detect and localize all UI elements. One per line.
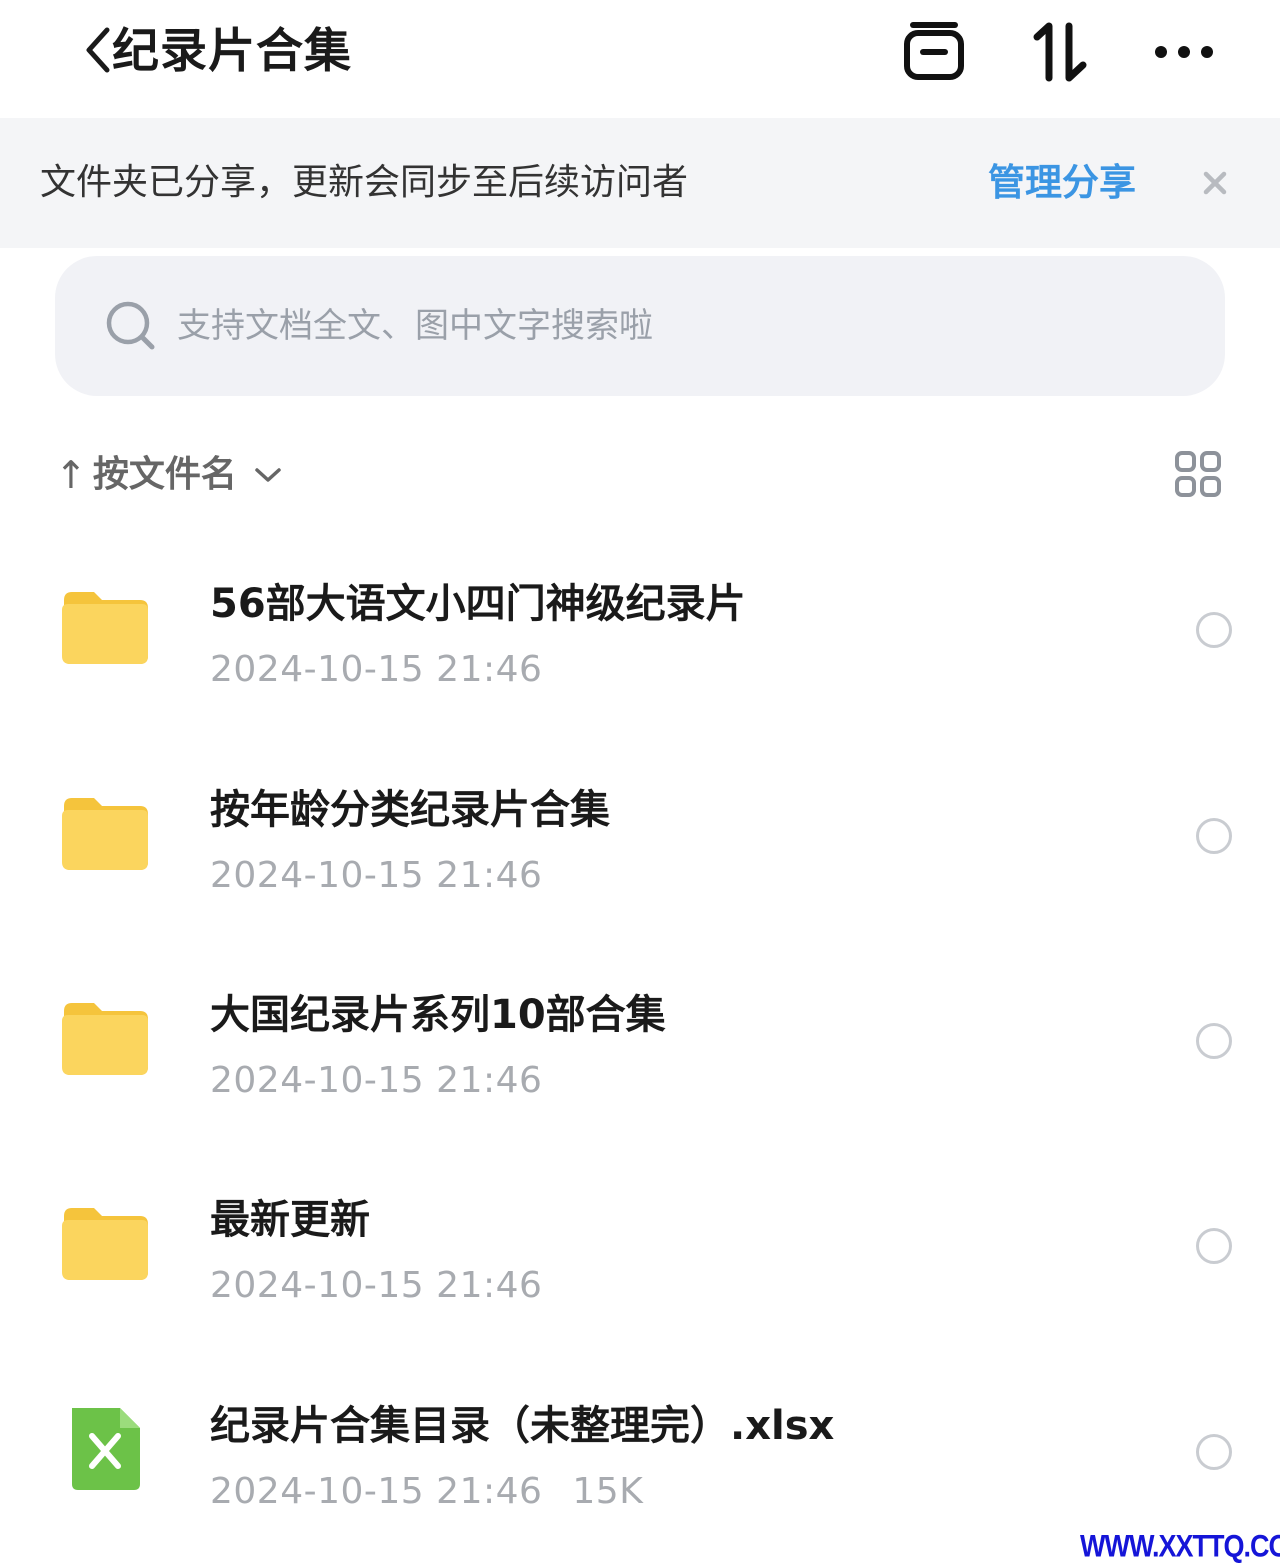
folder-icon [62,1208,148,1280]
select-radio[interactable] [1196,612,1232,648]
page-title: 纪录片合集 [112,24,352,79]
file-date: 2024-10-15 21:46 [210,855,543,896]
watermark: WWW.XXTTQ.COM [1080,1528,1280,1564]
manage-share-link[interactable]: 管理分享 [988,118,1136,248]
file-date: 2024-10-15 21:46 [210,1471,543,1512]
file-meta: 2024-10-15 21:46 [210,1057,542,1105]
file-name: 最新更新 [210,1197,370,1243]
file-row[interactable]: 56部大语文小四门神级纪录片 2024-10-15 21:46 [0,520,1280,726]
select-radio[interactable] [1196,1023,1232,1059]
file-size: 15K [572,1471,644,1512]
file-name: 56部大语文小四门神级纪录片 [210,581,746,627]
sort-selector[interactable]: ↑ 按文件名 [55,445,283,505]
app-header: 纪录片合集 [0,0,1280,118]
file-date: 2024-10-15 21:46 [210,1060,543,1101]
grid-view-toggle[interactable] [1172,448,1224,500]
file-row[interactable]: 最新更新 2024-10-15 21:46 [0,1136,1280,1342]
folder-icon [62,592,148,664]
more-button[interactable] [1152,20,1216,84]
transfer-icon [1033,22,1087,82]
file-row[interactable]: 按年龄分类纪录片合集 2024-10-15 21:46 [0,726,1280,932]
file-meta: 2024-10-15 21:46 [210,646,542,694]
share-notice-text: 文件夹已分享，更新会同步至后续访问者 [40,162,689,203]
select-radio[interactable] [1196,1434,1232,1470]
share-banner: 文件夹已分享，更新会同步至后续访问者 管理分享 [0,118,1280,248]
close-icon [1203,171,1227,195]
file-date: 2024-10-15 21:46 [210,649,543,690]
sort-label: 按文件名 [92,454,237,495]
folder-icon [62,798,148,870]
file-row[interactable]: 纪录片合集目录（未整理完）.xlsx 2024-10-15 21:46 15K [0,1342,1280,1548]
file-name: 纪录片合集目录（未整理完）.xlsx [210,1403,835,1449]
chevron-down-icon [253,460,283,490]
select-radio[interactable] [1196,1228,1232,1264]
search-icon [106,301,155,350]
search-input[interactable] [177,296,1077,356]
file-row[interactable]: 大国纪录片系列10部合集 2024-10-15 21:46 [0,931,1280,1137]
grid-view-icon [1175,451,1221,497]
file-meta: 2024-10-15 21:46 [210,852,542,900]
file-date: 2024-10-15 21:46 [210,1265,543,1306]
banner-close-button[interactable] [1194,162,1236,204]
excel-file-icon [72,1408,140,1490]
multi-select-button[interactable] [902,20,966,84]
transfer-button[interactable] [1028,20,1092,84]
select-radio[interactable] [1196,818,1232,854]
file-meta: 2024-10-15 21:46 15K [210,1468,643,1516]
file-name: 按年龄分类纪录片合集 [210,787,610,833]
search-bar[interactable] [55,256,1225,396]
folder-icon [62,1003,148,1075]
file-name: 大国纪录片系列10部合集 [210,992,666,1038]
file-meta: 2024-10-15 21:46 [210,1262,542,1310]
multi-select-icon [904,22,964,80]
sort-direction-icon: ↑ [55,453,87,497]
back-icon [86,27,110,73]
more-icon [1155,46,1213,58]
